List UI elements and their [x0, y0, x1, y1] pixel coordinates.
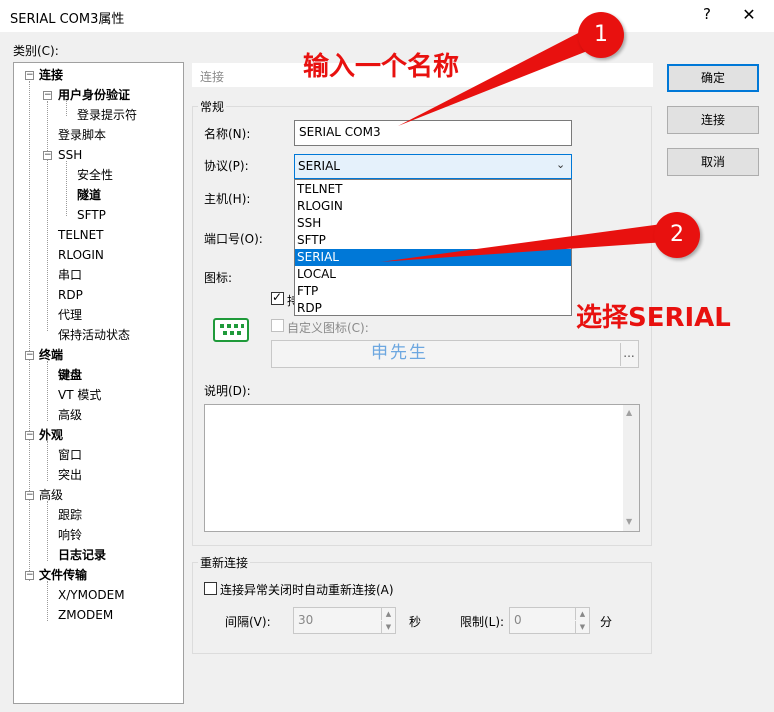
step-2-badge: 2: [654, 212, 700, 258]
annotation-select-serial: 选择SERIAL: [576, 303, 731, 333]
annotation-arrows: [380, 28, 666, 262]
annotation-arrow-2: [380, 224, 666, 262]
step-1-badge: 1: [578, 12, 624, 58]
annotation-enter-name: 输入一个名称: [303, 52, 460, 82]
